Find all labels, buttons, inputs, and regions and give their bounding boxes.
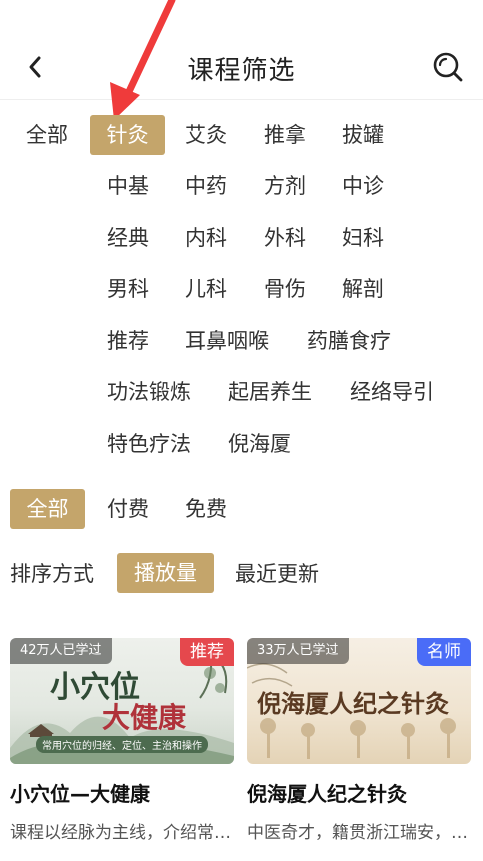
sort-chip[interactable]: 最近更新	[235, 554, 319, 594]
search-button[interactable]	[431, 50, 465, 84]
category-chip[interactable]: 起居养生	[228, 372, 312, 412]
price-chip[interactable]: 免费	[185, 489, 227, 529]
category-chip-selected[interactable]: 针灸	[90, 115, 165, 155]
learned-count: 42万人已学过	[10, 638, 112, 664]
category-chip[interactable]: 方剂	[264, 166, 306, 206]
learned-count: 33万人已学过	[247, 638, 349, 664]
course-desc: 课程以经脉为主线，介绍常用穴位的归经、定位、主治和操作	[10, 823, 234, 843]
sort-chip-selected[interactable]: 播放量	[117, 553, 214, 593]
category-chip[interactable]: 骨伤	[264, 269, 306, 309]
search-icon	[433, 52, 463, 82]
course-cover: 小穴位 大健康 常用穴位的归经、定位、主治和操作 42万人已学过 推荐	[10, 638, 234, 764]
category-chip[interactable]: 耳鼻咽喉	[185, 321, 269, 361]
category-chip[interactable]: 中药	[185, 166, 227, 206]
category-chip[interactable]: 倪海厦	[228, 424, 291, 464]
course-cover: 倪海厦人纪之针灸 33万人已学过 名师	[247, 638, 471, 764]
category-chip[interactable]: 推拿	[264, 115, 306, 155]
category-chip[interactable]: 妇科	[342, 218, 384, 258]
category-chip[interactable]: 内科	[185, 218, 227, 258]
category-chip[interactable]: 功法锻炼	[107, 372, 191, 412]
sort-label: 排序方式	[10, 562, 94, 586]
header: 课程筛选	[0, 0, 483, 100]
course-title: 小穴位—大健康	[10, 782, 150, 806]
category-chip[interactable]: 拔罐	[342, 115, 384, 155]
category-chip[interactable]: 中诊	[342, 166, 384, 206]
page-title: 课程筛选	[187, 56, 296, 86]
category-chip[interactable]: 特色疗法	[107, 424, 191, 464]
category-chip[interactable]: 外科	[264, 218, 306, 258]
price-chip-selected[interactable]: 全部	[10, 489, 85, 529]
course-title: 倪海厦人纪之针灸	[247, 782, 407, 806]
category-chip[interactable]: 中基	[107, 166, 149, 206]
teacher-badge: 名师	[417, 638, 471, 666]
price-chip[interactable]: 付费	[107, 489, 149, 529]
cover-title-2: 大健康	[102, 701, 187, 734]
category-chip[interactable]: 艾灸	[185, 115, 227, 155]
category-chip[interactable]: 经络导引	[350, 372, 434, 412]
category-chip[interactable]: 经典	[107, 218, 149, 258]
category-chip[interactable]: 推荐	[107, 321, 149, 361]
cover-title-1: 倪海厦人纪之针灸	[257, 689, 449, 718]
category-chip[interactable]: 全部	[26, 115, 68, 155]
category-chip[interactable]: 儿科	[185, 269, 227, 309]
cover-subtitle: 常用穴位的归经、定位、主治和操作	[36, 736, 208, 753]
category-chip[interactable]: 药膳食疗	[307, 321, 391, 361]
course-desc: 中医奇才，籍贯浙江瑞安，台湾中医名家	[247, 823, 471, 843]
category-chip[interactable]: 男科	[107, 269, 149, 309]
category-chip[interactable]: 解剖	[342, 269, 384, 309]
recommend-badge: 推荐	[180, 638, 234, 666]
